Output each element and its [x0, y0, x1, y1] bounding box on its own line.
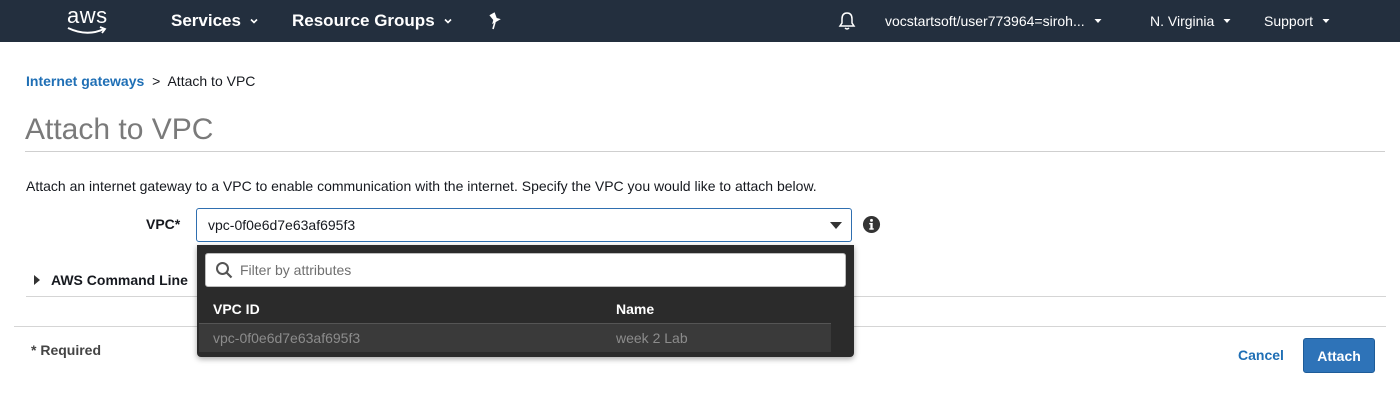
services-menu[interactable]: Services — [171, 0, 258, 42]
vpc-select[interactable]: vpc-0f0e6d7e63af695f3 — [196, 208, 852, 242]
option-vpc-id: vpc-0f0e6d7e63af695f3 — [213, 330, 361, 346]
option-name: week 2 Lab — [616, 330, 688, 346]
breadcrumb-internet-gateways-link[interactable]: Internet gateways — [26, 73, 144, 89]
title-divider — [25, 151, 1385, 152]
page-description: Attach an internet gateway to a VPC to e… — [26, 178, 817, 194]
info-icon[interactable] — [862, 215, 881, 234]
account-label: vocstartsoft/user773964=siroh... — [885, 13, 1085, 29]
top-navigation-bar: aws Services Resource Groups vocstartsof… — [0, 0, 1400, 42]
aws-logo-icon[interactable]: aws — [62, 2, 118, 38]
page-title: Attach to VPC — [25, 113, 214, 146]
resource-groups-label: Resource Groups — [292, 11, 435, 30]
aws-smile-icon — [67, 26, 107, 34]
region-label: N. Virginia — [1150, 13, 1215, 29]
account-menu[interactable]: vocstartsoft/user773964=siroh... — [885, 0, 1102, 42]
dropdown-option-row[interactable]: vpc-0f0e6d7e63af695f3 week 2 Lab — [199, 323, 831, 352]
filter-box — [205, 253, 846, 287]
pin-button[interactable] — [487, 10, 503, 32]
caret-down-icon — [444, 18, 452, 24]
region-menu[interactable]: N. Virginia — [1150, 0, 1231, 42]
aws-command-line-label: AWS Command Line — [51, 272, 188, 288]
services-label: Services — [171, 11, 241, 30]
column-header-name: Name — [616, 301, 655, 317]
cancel-button[interactable]: Cancel — [1238, 347, 1284, 363]
aws-command-line-expander[interactable]: AWS Command Line — [33, 270, 188, 290]
vpc-select-value: vpc-0f0e6d7e63af695f3 — [208, 217, 356, 233]
breadcrumb-current: Attach to VPC — [167, 73, 256, 89]
filter-input[interactable] — [240, 255, 840, 285]
breadcrumb: Internet gateways > Attach to VPC — [26, 73, 255, 89]
search-icon — [216, 262, 233, 279]
support-menu[interactable]: Support — [1264, 0, 1330, 42]
breadcrumb-separator: > — [152, 73, 161, 89]
expand-triangle-icon — [34, 275, 40, 285]
column-header-vpc-id: VPC ID — [213, 301, 260, 317]
caret-down-icon — [250, 18, 258, 24]
attach-button[interactable]: Attach — [1303, 338, 1375, 373]
caret-down-icon — [1223, 19, 1231, 23]
resource-groups-menu[interactable]: Resource Groups — [292, 0, 452, 42]
pin-icon — [489, 12, 501, 30]
vpc-field-label: VPC* — [146, 216, 181, 232]
bell-icon — [838, 12, 856, 30]
caret-down-icon — [1322, 19, 1330, 23]
support-label: Support — [1264, 13, 1314, 29]
caret-down-icon — [1094, 19, 1102, 23]
vpc-dropdown-panel: VPC ID Name vpc-0f0e6d7e63af695f3 week 2… — [197, 245, 854, 357]
required-note: * Required — [31, 342, 102, 358]
dropdown-arrow-icon — [830, 222, 842, 229]
notifications-button[interactable] — [838, 10, 858, 32]
